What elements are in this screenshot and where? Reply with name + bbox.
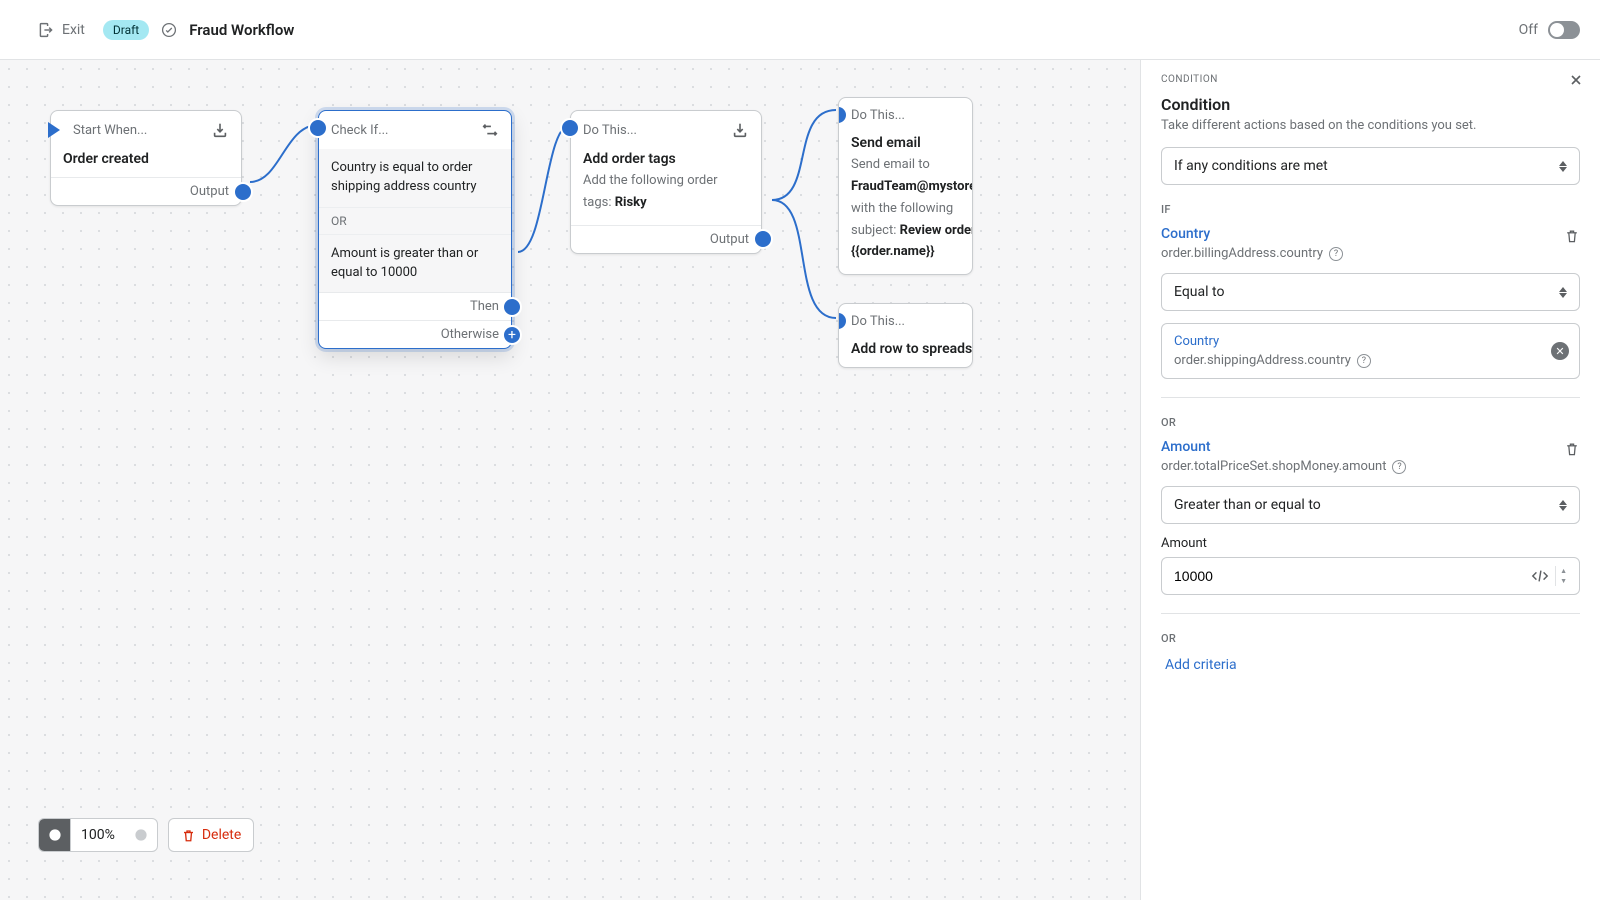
panel-close-button[interactable] xyxy=(1568,72,1584,92)
node-add-tags[interactable]: Do This... Add order tags Add the follow… xyxy=(570,110,762,254)
node-check-if[interactable]: Check If... Country is equal to order sh… xyxy=(318,110,512,349)
trash-icon xyxy=(181,828,196,843)
node-title: Add row to spreadsheet xyxy=(839,339,972,367)
clear-value-button[interactable]: ✕ xyxy=(1551,342,1569,360)
checkmark-icon xyxy=(161,22,177,38)
help-icon[interactable]: ? xyxy=(1392,460,1406,474)
import-icon[interactable] xyxy=(211,121,229,139)
divider xyxy=(1161,613,1580,614)
if-label: IF xyxy=(1161,203,1580,216)
condition-2: Amount is greater than or equal to 10000 xyxy=(319,235,511,293)
exit-label: Exit xyxy=(62,22,85,38)
condition-icon[interactable] xyxy=(481,121,499,139)
delete-criteria-button[interactable] xyxy=(1564,228,1580,248)
panel-eyebrow: CONDITION xyxy=(1161,74,1580,85)
help-icon[interactable]: ? xyxy=(1357,354,1371,368)
amount-label: Amount xyxy=(1161,536,1580,551)
port-input[interactable] xyxy=(560,118,580,138)
match-mode-value: If any conditions are met xyxy=(1174,158,1328,174)
value-path: order.shippingAddress.country ? xyxy=(1174,353,1567,368)
or-label: OR xyxy=(1161,416,1580,429)
criteria-name[interactable]: Amount xyxy=(1161,439,1564,455)
chevron-updown-icon xyxy=(1559,161,1567,172)
output-label: Output xyxy=(710,232,749,247)
zoom-in-button[interactable] xyxy=(125,818,157,852)
node-start[interactable]: Start When... Order created Output xyxy=(50,110,242,206)
node-description: Add the following order tags: Risky xyxy=(571,169,761,225)
delete-criteria-button[interactable] xyxy=(1564,441,1580,461)
exit-icon xyxy=(38,22,54,38)
node-description: Send email to FraudTeam@mystore.com with… xyxy=(839,153,973,274)
match-mode-select[interactable]: If any conditions are met xyxy=(1161,147,1580,185)
code-icon[interactable] xyxy=(1531,569,1549,583)
port-output[interactable] xyxy=(753,229,773,249)
import-icon[interactable] xyxy=(731,121,749,139)
start-trigger-icon xyxy=(48,122,60,138)
criteria-path: order.totalPriceSet.shopMoney.amount ? xyxy=(1161,459,1564,474)
criteria-1: Country order.billingAddress.country ? xyxy=(1161,226,1580,261)
node-caption: Do This... xyxy=(583,123,723,138)
workflow-title: Fraud Workflow xyxy=(189,21,294,39)
port-input[interactable] xyxy=(308,118,328,138)
criteria-2: Amount order.totalPriceSet.shopMoney.amo… xyxy=(1161,439,1580,474)
delete-button[interactable]: Delete xyxy=(168,818,254,852)
step-up[interactable]: ▲ xyxy=(1556,566,1571,576)
number-stepper: ▲ ▼ xyxy=(1555,566,1571,586)
node-caption: Do This... xyxy=(851,314,960,329)
node-title: Order created xyxy=(51,149,241,177)
node-caption: Check If... xyxy=(331,123,473,138)
node-caption: Start When... xyxy=(63,123,203,138)
chevron-updown-icon xyxy=(1559,500,1567,511)
port-output[interactable] xyxy=(233,182,253,202)
condition-or: OR xyxy=(319,207,511,235)
delete-label: Delete xyxy=(202,827,241,843)
amount-input[interactable] xyxy=(1174,568,1525,584)
output-label: Output xyxy=(190,184,229,199)
chevron-updown-icon xyxy=(1559,287,1567,298)
help-icon[interactable]: ? xyxy=(1329,247,1343,261)
node-title: Add order tags xyxy=(571,149,761,169)
operator-value: Equal to xyxy=(1174,284,1224,300)
node-send-email[interactable]: Do This... Send email Send email to Frau… xyxy=(838,97,973,275)
zoom-control: 100% xyxy=(38,818,158,852)
operator-select-1[interactable]: Equal to xyxy=(1161,273,1580,311)
then-label: Then xyxy=(470,299,499,314)
header: Exit Draft Fraud Workflow Off xyxy=(0,0,1600,60)
value-name: Country xyxy=(1174,334,1567,349)
node-add-spreadsheet-row[interactable]: Do This... Add row to spreadsheet xyxy=(838,303,973,368)
panel-title: Condition xyxy=(1161,95,1580,114)
exit-button[interactable]: Exit xyxy=(38,22,85,38)
port-then[interactable] xyxy=(502,297,522,317)
criteria-path: order.billingAddress.country ? xyxy=(1161,246,1564,261)
criteria-name[interactable]: Country xyxy=(1161,226,1564,242)
node-title: Send email xyxy=(839,133,972,153)
panel-subtitle: Take different actions based on the cond… xyxy=(1161,118,1580,133)
otherwise-label: Otherwise xyxy=(441,327,499,342)
node-caption: Do This... xyxy=(851,108,960,123)
condition-1: Country is equal to order shipping addre… xyxy=(319,149,511,207)
value-field-1[interactable]: Country order.shippingAddress.country ? … xyxy=(1161,323,1580,379)
operator-value: Greater than or equal to xyxy=(1174,497,1321,513)
port-otherwise-add[interactable]: + xyxy=(502,325,522,345)
step-down[interactable]: ▼ xyxy=(1556,576,1571,586)
condition-panel: CONDITION Condition Take different actio… xyxy=(1140,60,1600,900)
add-criteria-link[interactable]: Add criteria xyxy=(1161,655,1580,675)
draft-badge: Draft xyxy=(103,20,149,40)
canvas-footer: 100% Delete xyxy=(38,818,254,852)
operator-select-2[interactable]: Greater than or equal to xyxy=(1161,486,1580,524)
or-label-2: OR xyxy=(1161,632,1580,645)
zoom-out-button[interactable] xyxy=(39,818,71,852)
publish-toggle[interactable] xyxy=(1548,21,1580,39)
divider xyxy=(1161,397,1580,398)
amount-input-row: ▲ ▼ xyxy=(1161,557,1580,595)
zoom-value: 100% xyxy=(71,827,125,843)
toggle-label: Off xyxy=(1519,22,1538,38)
